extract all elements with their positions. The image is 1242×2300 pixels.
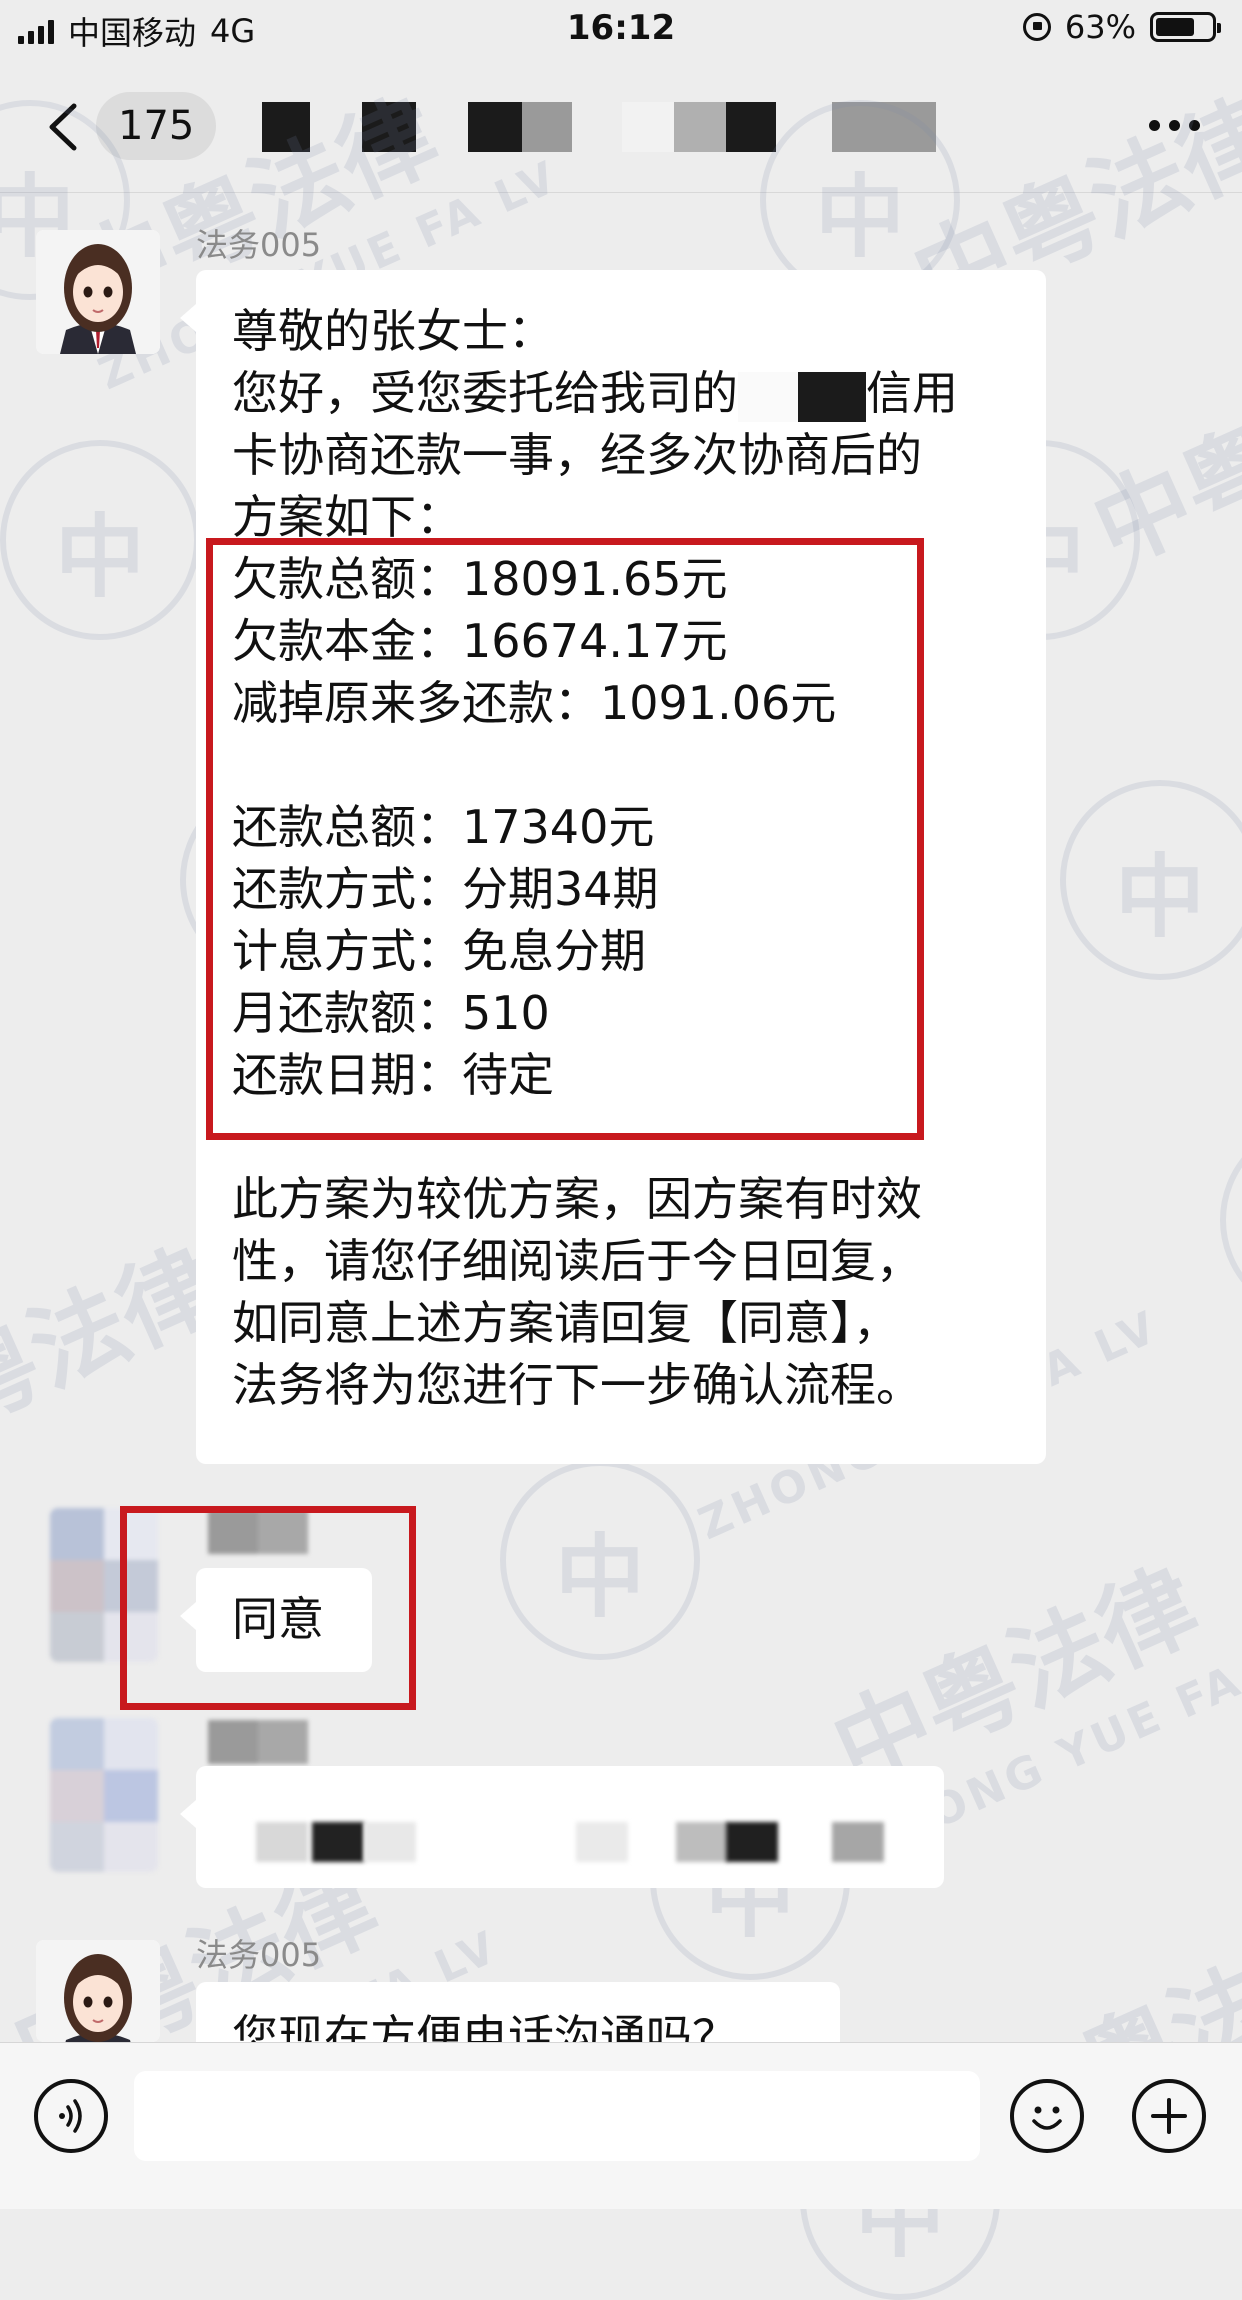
lawyer-avatar-icon: [36, 1940, 160, 2042]
chat-header: 175: [0, 62, 1242, 193]
voice-icon[interactable]: [34, 2079, 108, 2153]
message-line: 法务将为您进行下一步确认流程。: [232, 1358, 922, 1412]
lawyer-avatar-icon: [36, 230, 160, 354]
back-chevron-icon[interactable]: [44, 102, 84, 152]
message-line-part: 信用: [866, 366, 958, 420]
avatar[interactable]: [36, 230, 160, 354]
message-line: 如同意上述方案请回复【同意】，: [232, 1296, 899, 1350]
rotation-lock-icon: [1022, 13, 1051, 41]
status-bar: 中国移动 4G 16:12 63%: [0, 0, 1242, 62]
avatar-redacted[interactable]: [50, 1718, 158, 1872]
redaction-block: [832, 1822, 884, 1862]
message-text: 您现在方便电话沟通吗？: [232, 2010, 738, 2042]
watermark-seal: [500, 1460, 700, 1660]
plan-highlight-box: [206, 538, 924, 1140]
battery-icon: [1150, 12, 1221, 42]
status-right: 63%: [1022, 8, 1221, 46]
avatar[interactable]: [36, 1940, 160, 2042]
message-line: 您好，受您委托给我司的 信用: [232, 362, 958, 424]
message-line: 性，请您仔细阅读后于今日回复，: [232, 1234, 922, 1288]
message-line-part: 您好，受您委托给我司的: [232, 366, 738, 420]
redacted-bank-name: [738, 371, 866, 422]
plus-icon[interactable]: [1132, 2079, 1206, 2153]
sender-name-redacted: [208, 1720, 308, 1764]
redaction-block: [726, 1822, 778, 1862]
message-line: 卡协商还款一事，经多次协商后的: [232, 428, 922, 482]
input-bar: [0, 2042, 1242, 2209]
redaction-block: [364, 1822, 416, 1862]
reply-highlight-box: [120, 1506, 416, 1710]
message-bubble[interactable]: 您现在方便电话沟通吗？: [196, 1982, 840, 2042]
more-icon[interactable]: [1149, 120, 1200, 131]
watermark-seal: [1220, 1120, 1242, 1320]
sender-name: 法务005: [196, 1936, 322, 1974]
watermark-seal: [1060, 780, 1242, 980]
emoji-icon[interactable]: [1010, 2079, 1084, 2153]
message-bubble-redacted[interactable]: [180, 1766, 944, 1888]
message-line: 尊敬的张女士：: [232, 304, 554, 358]
unread-count-badge[interactable]: 175: [96, 92, 217, 160]
redaction-block: [576, 1822, 628, 1862]
battery-percent: 63%: [1064, 8, 1136, 46]
message-input[interactable]: [134, 2071, 980, 2161]
redaction-block: [256, 1822, 308, 1862]
watermark-seal: [0, 440, 200, 640]
redaction-block: [676, 1822, 728, 1862]
redaction-block: [312, 1822, 364, 1862]
sender-name: 法务005: [196, 226, 322, 264]
message-line: 此方案为较优方案，因方案有时效: [232, 1172, 922, 1226]
watermark-text: 中粤法律: [1076, 327, 1242, 587]
